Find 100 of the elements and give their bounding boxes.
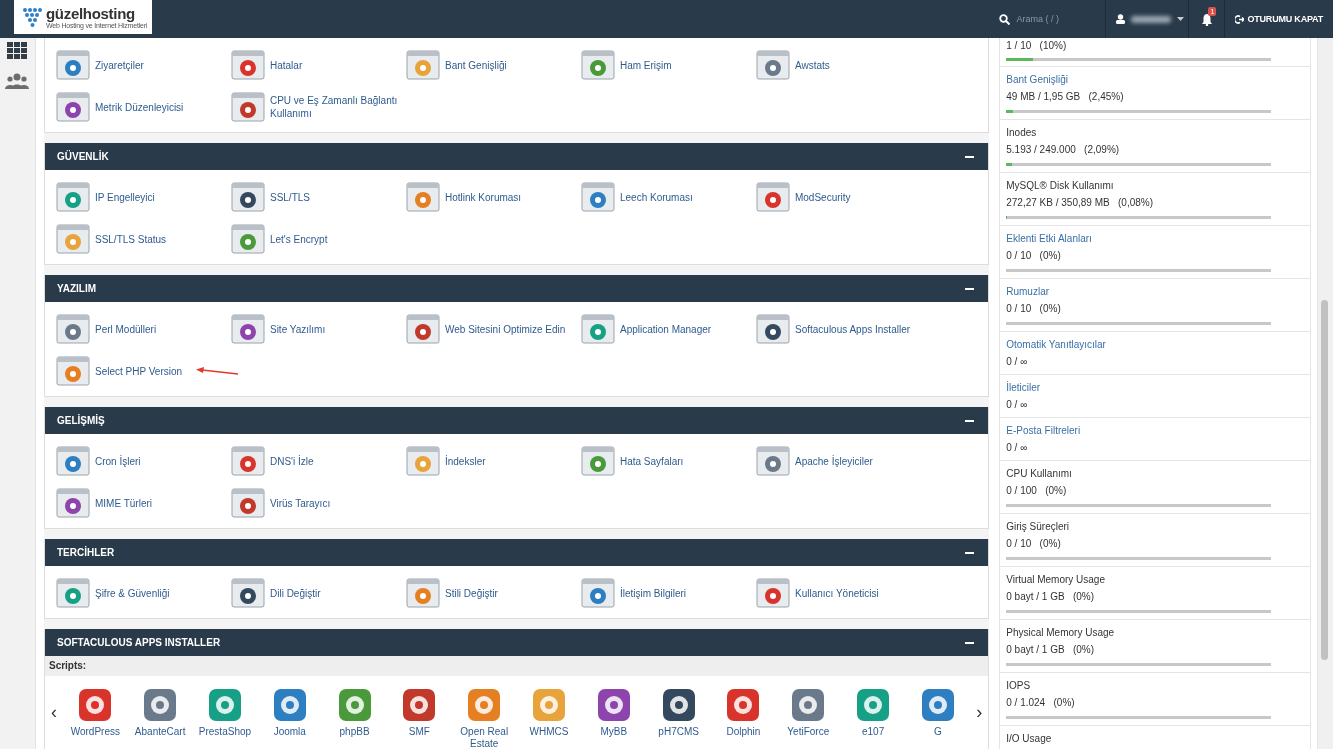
users-icon[interactable] xyxy=(5,73,30,89)
tool-icon xyxy=(405,312,440,346)
stat-value: 1 / 10 (10%) xyxy=(1006,39,1068,53)
stat-link[interactable]: Eklenti Etki Alanları xyxy=(1006,230,1304,247)
feature-link[interactable]: Ziyaretçiler xyxy=(94,58,227,72)
feature-link[interactable]: Cron İşleri xyxy=(94,454,227,468)
stat-value: 0 / ∞ xyxy=(1006,398,1029,412)
stat-link[interactable]: E-Posta Filtreleri xyxy=(1006,422,1304,439)
app-logo-icon xyxy=(337,688,372,722)
collapse-icon[interactable] xyxy=(965,155,975,158)
app-link[interactable]: YetiForce xyxy=(787,726,830,738)
feature-link[interactable]: Leech Koruması xyxy=(619,190,752,204)
stat-value: 0 / ∞ xyxy=(1006,441,1029,455)
section-title: YAZILIM xyxy=(56,283,97,294)
collapse-icon[interactable] xyxy=(965,641,975,644)
feature-link[interactable]: Application Manager xyxy=(619,322,752,336)
tool-icon xyxy=(755,312,790,346)
stat-label: Physical Memory Usage xyxy=(1006,626,1116,640)
collapse-icon[interactable] xyxy=(965,551,975,554)
app-logo-icon xyxy=(467,688,502,722)
feature-link[interactable]: SSL/TLS Status xyxy=(94,232,227,246)
app-link[interactable]: phpBB xyxy=(339,726,370,738)
app-link[interactable]: Joomla xyxy=(273,726,306,738)
feature-link[interactable]: Awstats xyxy=(794,58,927,72)
tool-icon xyxy=(230,90,265,124)
app-link[interactable]: WHMCS xyxy=(529,726,569,738)
section-title: GÜVENLİK xyxy=(56,151,109,162)
feature-link[interactable]: CPU ve Eş Zamanlı Bağlantı Kullanımı xyxy=(269,94,402,120)
feature-link[interactable]: İletişim Bilgileri xyxy=(619,586,752,600)
stat-value: 5.193 / 249.000 (2,09%) xyxy=(1006,143,1121,157)
feature-link[interactable]: Let's Encrypt xyxy=(269,232,402,246)
app-link[interactable]: PrestaShop xyxy=(198,726,252,738)
feature-link[interactable]: İndeksler xyxy=(444,454,577,468)
feature-link[interactable]: MIME Türleri xyxy=(94,496,227,510)
app-link[interactable]: WordPress xyxy=(70,726,120,738)
feature-link[interactable]: Bant Genişliği xyxy=(444,58,577,72)
stat-value: 0 / ∞ xyxy=(1006,355,1029,369)
caret-icon[interactable] xyxy=(1177,17,1185,21)
arrow-annotation xyxy=(193,366,238,378)
tool-icon xyxy=(755,444,790,478)
tool-icon xyxy=(580,444,615,478)
tool-icon xyxy=(55,576,90,610)
feature-link[interactable]: Ham Erişim xyxy=(619,58,752,72)
stat-label: I/O Usage xyxy=(1006,732,1053,746)
feature-link[interactable]: Hata Sayfaları xyxy=(619,454,752,468)
app-link[interactable]: e107 xyxy=(861,726,885,738)
feature-link[interactable]: Perl Modülleri xyxy=(94,322,227,336)
collapse-icon[interactable] xyxy=(965,419,975,422)
stat-value: 0 / 100 (0%) xyxy=(1006,484,1068,498)
logout-icon xyxy=(1235,14,1245,24)
stat-label: IOPS xyxy=(1006,679,1032,693)
app-link[interactable]: MyBB xyxy=(600,726,628,738)
feature-link[interactable]: Softaculous Apps Installer xyxy=(794,322,927,336)
app-link[interactable]: G xyxy=(934,726,942,738)
feature-link[interactable]: Select PHP Version xyxy=(94,364,227,378)
feature-link[interactable]: Hatalar xyxy=(269,58,402,72)
tool-icon xyxy=(55,180,90,214)
feature-link[interactable]: DNS'i İzle xyxy=(269,454,402,468)
feature-link[interactable]: Metrik Düzenleyicisi xyxy=(94,100,227,114)
tool-icon xyxy=(55,90,90,124)
tool-icon xyxy=(230,180,265,214)
stat-value: 0 / 10 (0%) xyxy=(1006,302,1062,316)
tool-icon xyxy=(580,576,615,610)
feature-link[interactable]: SSL/TLS xyxy=(269,190,402,204)
feature-link[interactable]: Dili Değiştir xyxy=(269,586,402,600)
stat-link[interactable]: Bant Genişliği xyxy=(1006,71,1304,88)
app-link[interactable]: Open Real Estate xyxy=(451,726,517,749)
collapse-icon[interactable] xyxy=(965,287,975,290)
bell-icon[interactable] xyxy=(1200,12,1213,26)
app-link[interactable]: pH7CMS xyxy=(658,726,699,738)
dots-icon xyxy=(22,6,43,28)
stat-value: 0 / 1.024 (0%) xyxy=(1006,696,1076,710)
stat-label: MySQL® Disk Kullanımı xyxy=(1006,179,1115,193)
stat-link[interactable]: İleticiler xyxy=(1006,379,1304,396)
scripts-heading: Scripts: xyxy=(44,656,989,676)
logout-button[interactable]: OTURUMU KAPAT xyxy=(1225,0,1333,38)
grid-icon[interactable] xyxy=(7,42,28,59)
section-title: TERCİHLER xyxy=(56,547,115,558)
stat-value: 272,27 KB / 350,89 MB (0,08%) xyxy=(1006,196,1154,210)
app-link[interactable]: SMF xyxy=(408,726,430,738)
tool-icon xyxy=(230,486,265,520)
app-link[interactable]: AbanteCart xyxy=(134,726,186,738)
stat-link[interactable]: Rumuzlar xyxy=(1006,283,1304,300)
feature-link[interactable]: Stili Değiştir xyxy=(444,586,577,600)
search-icon xyxy=(999,13,1011,25)
search-field[interactable]: Arama ( / ) xyxy=(1016,14,1097,24)
feature-link[interactable]: Şifre & Güvenliği xyxy=(94,586,227,600)
feature-link[interactable]: Apache İşleyiciler xyxy=(794,454,927,468)
feature-link[interactable]: Kullanıcı Yöneticisi xyxy=(794,586,927,600)
scroll-thumb[interactable] xyxy=(1321,300,1328,660)
feature-link[interactable]: Virüs Tarayıcı xyxy=(269,496,402,510)
feature-link[interactable]: ModSecurity xyxy=(794,190,927,204)
app-link[interactable]: Dolphin xyxy=(726,726,761,738)
blurred-username xyxy=(1131,15,1172,23)
feature-link[interactable]: Web Sitesini Optimize Edin xyxy=(444,322,577,336)
feature-link[interactable]: IP Engelleyici xyxy=(94,190,227,204)
app-logo-icon xyxy=(596,688,631,722)
feature-link[interactable]: Site Yazılımı xyxy=(269,322,402,336)
feature-link[interactable]: Hotlink Koruması xyxy=(444,190,577,204)
stat-link[interactable]: Otomatik Yanıtlayıcılar xyxy=(1006,336,1304,353)
